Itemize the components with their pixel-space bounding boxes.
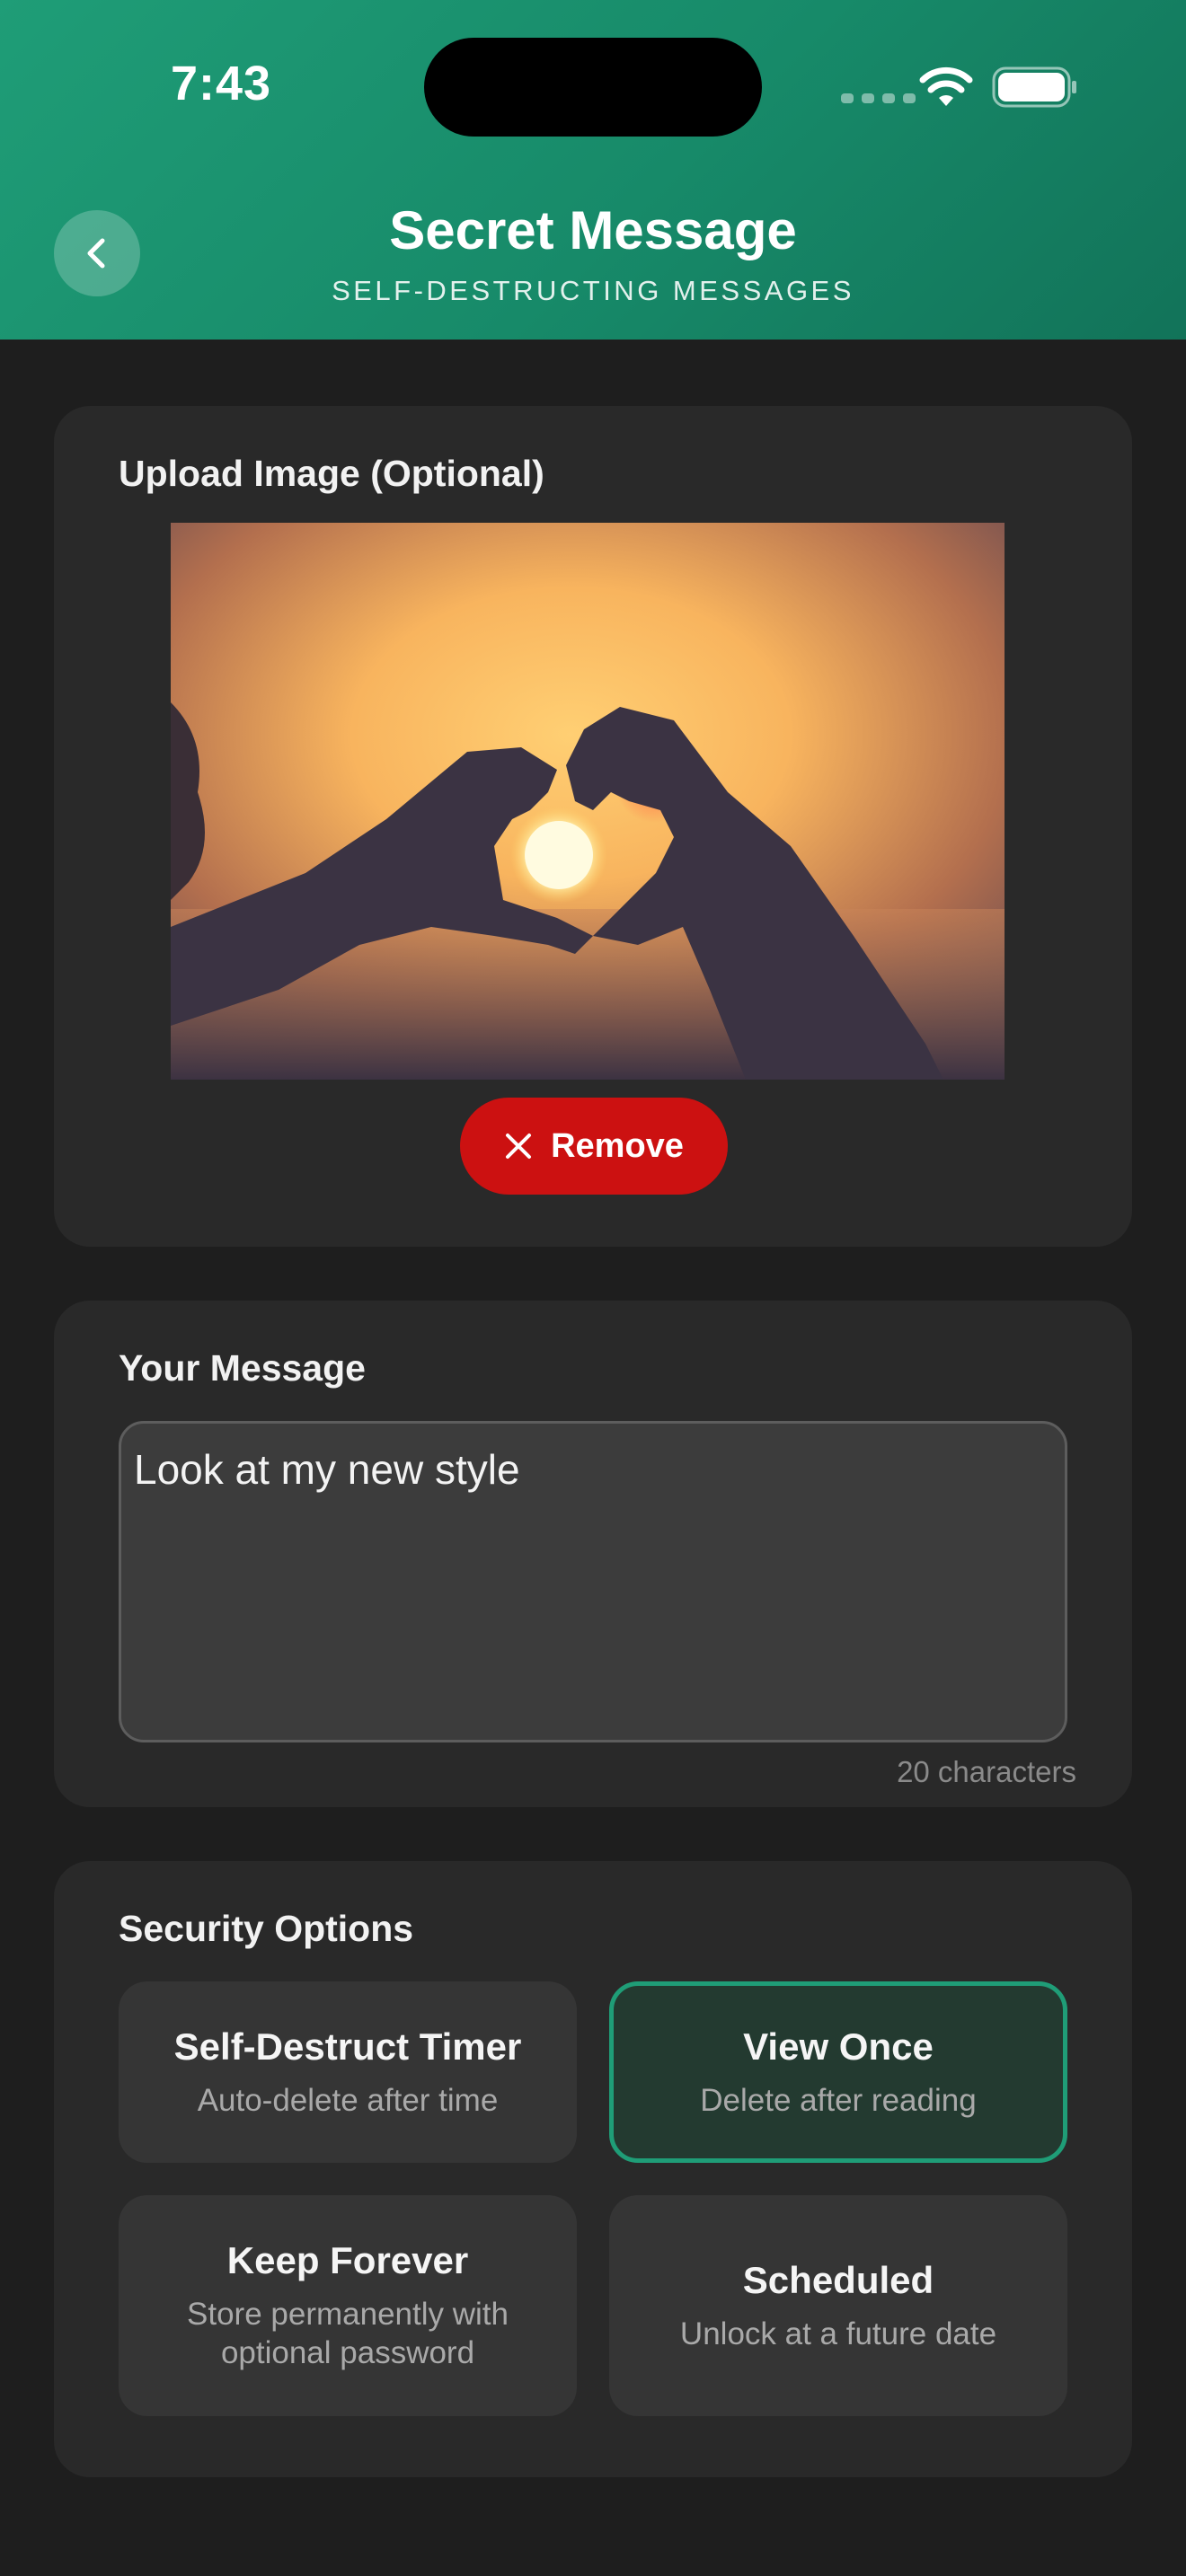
page-subtitle: SELF-DESTRUCTING MESSAGES	[332, 275, 854, 306]
option-keep-forever[interactable]: Keep Forever Store permanently with opti…	[119, 2195, 577, 2416]
option-title: Keep Forever	[226, 2239, 469, 2281]
dynamic-island	[424, 38, 762, 137]
battery-icon	[992, 66, 1076, 108]
remove-button-label: Remove	[551, 1126, 684, 1165]
page-title: Secret Message	[389, 200, 797, 260]
character-count: 20 characters	[897, 1755, 1076, 1788]
option-scheduled[interactable]: Scheduled Unlock at a future date	[609, 2195, 1067, 2416]
option-description: Delete after reading	[700, 2082, 977, 2118]
option-title: Self-Destruct Timer	[173, 2025, 522, 2068]
close-icon	[506, 1134, 532, 1159]
option-description: Unlock at a future date	[679, 2316, 997, 2351]
remove-image-button[interactable]: Remove	[460, 1098, 728, 1195]
status-time: 7:43	[171, 57, 272, 110]
upload-section-title: Upload Image (Optional)	[119, 453, 544, 494]
header-bar: 7:43 Secret Message SELF-DESTRUCTING MES…	[0, 0, 1186, 340]
security-options-card: Security Options Self-Destruct Timer Aut…	[54, 1861, 1132, 2477]
security-section-title: Security Options	[119, 1908, 414, 1949]
option-self-destruct-timer[interactable]: Self-Destruct Timer Auto-delete after ti…	[119, 1981, 577, 2163]
message-card: Your Message Look at my new style 20 cha…	[54, 1301, 1132, 1807]
upload-image-card: Upload Image (Optional) Remove	[54, 406, 1132, 1247]
cellular-signal-icon	[841, 93, 916, 103]
message-textarea[interactable]: Look at my new style	[119, 1421, 1067, 1742]
option-description: Store permanently with optional password	[187, 2297, 509, 2370]
uploaded-image-preview	[171, 523, 1005, 1080]
option-title: View Once	[743, 2025, 934, 2068]
option-description: Auto-delete after time	[197, 2082, 499, 2118]
option-title: Scheduled	[742, 2258, 934, 2301]
option-view-once[interactable]: View Once Delete after reading	[609, 1981, 1067, 2163]
message-section-title: Your Message	[119, 1347, 366, 1389]
wifi-icon	[919, 66, 973, 106]
